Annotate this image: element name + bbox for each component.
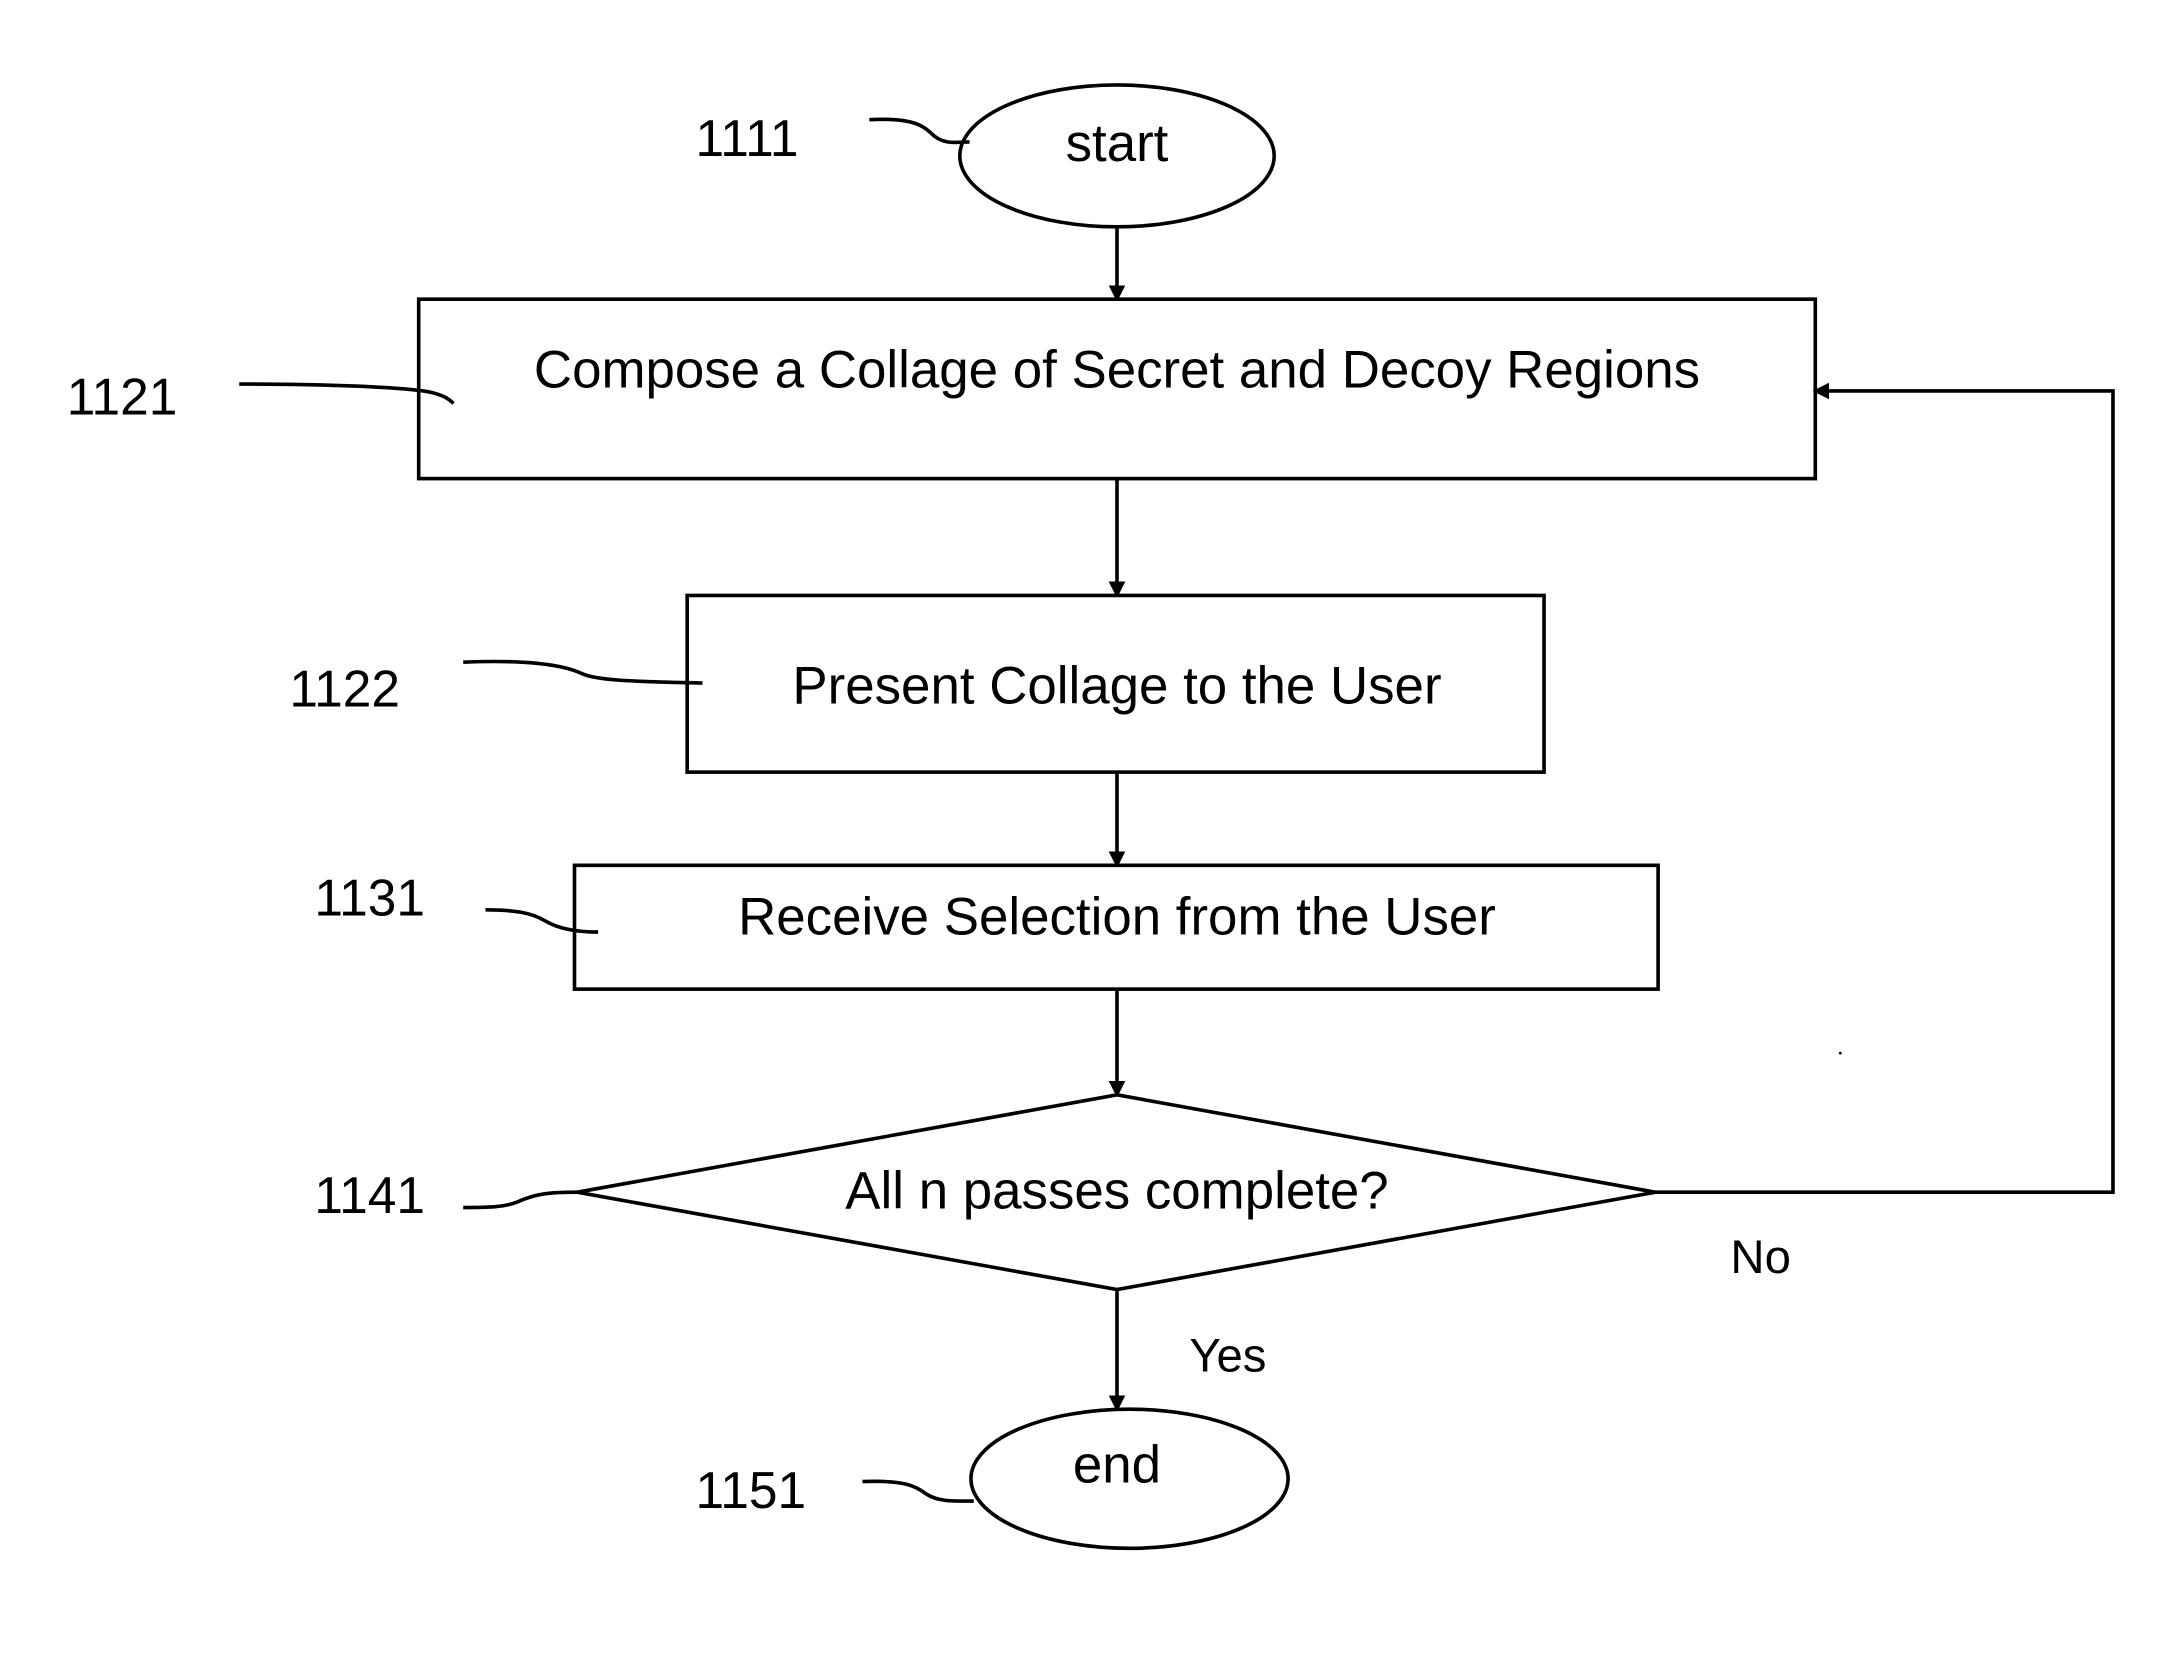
decision-text: All n passes complete? xyxy=(845,1161,1388,1220)
compose-collage-text: Compose a Collage of Secret and Decoy Re… xyxy=(534,341,1700,400)
receive-selection-text: Receive Selection from the User xyxy=(738,887,1496,946)
ref-label-1111: 1111 xyxy=(696,109,799,167)
leader-line-1141 xyxy=(463,1190,578,1210)
scan-speck xyxy=(1838,1051,1842,1055)
node-end: end xyxy=(969,1407,1290,1551)
leader-line-1151 xyxy=(862,1479,974,1503)
node-compose-collage: Compose a Collage of Secret and Decoy Re… xyxy=(416,297,1818,481)
leader-line-1122 xyxy=(463,659,703,685)
ref-label-1151: 1151 xyxy=(696,1461,807,1519)
node-decision-passes: All n passes complete? xyxy=(576,1093,1656,1292)
branch-label-yes: Yes xyxy=(1189,1330,1266,1383)
ref-label-1121: 1121 xyxy=(67,368,178,426)
ref-label-1131: 1131 xyxy=(314,868,425,926)
edge-decision-no-to-compose xyxy=(1655,382,2115,1195)
ref-label-1141: 1141 xyxy=(314,1166,425,1224)
end-text: end xyxy=(1073,1435,1161,1494)
node-present-collage: Present Collage to the User xyxy=(685,593,1546,774)
node-start: start xyxy=(957,83,1276,229)
start-text: start xyxy=(1066,114,1169,173)
node-receive-selection: Receive Selection from the User xyxy=(572,863,1660,991)
present-collage-text: Present Collage to the User xyxy=(792,656,1441,715)
flowchart: start 1111 Compose a Collage of Secret a… xyxy=(67,83,2115,1551)
leader-line-1111 xyxy=(869,117,970,145)
ref-label-1122: 1122 xyxy=(289,660,400,718)
branch-label-no: No xyxy=(1730,1231,1790,1284)
